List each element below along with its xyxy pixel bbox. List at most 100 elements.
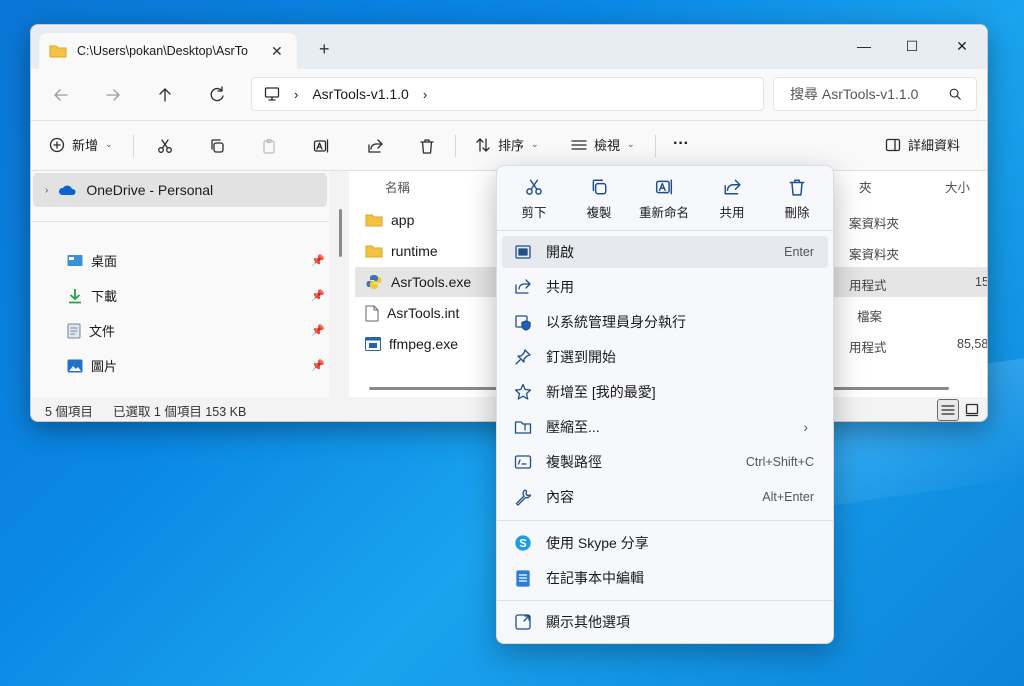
cut-icon xyxy=(526,179,542,195)
address-bar: › AsrTools-v1.1.0 › 搜尋 AsrTools-v1.1.0 xyxy=(31,69,987,121)
chevron-right-icon[interactable]: › xyxy=(423,87,427,102)
share-icon xyxy=(515,279,531,294)
breadcrumb[interactable]: AsrTools-v1.1.0 xyxy=(312,86,408,102)
menu-item-open[interactable]: 開啟 Enter xyxy=(502,236,828,268)
menu-item-copy-path[interactable]: 複製路徑 Ctrl+Shift+C xyxy=(502,446,828,478)
chevron-right-icon[interactable]: › xyxy=(45,185,48,196)
list-view-icon xyxy=(941,405,955,415)
share-icon[interactable] xyxy=(367,138,383,154)
menu-item-edit-notepad[interactable]: 在記事本中編輯 xyxy=(502,562,828,594)
menu-item-share[interactable]: 共用 xyxy=(502,271,828,303)
minimize-button[interactable]: — xyxy=(841,31,887,61)
menu-item-label: 複製路徑 xyxy=(546,454,602,470)
sidebar-item-label: 下載 xyxy=(91,289,118,304)
menu-item-skype-share[interactable]: 使用 Skype 分享 xyxy=(502,527,828,559)
document-icon xyxy=(67,323,81,338)
sidebar-item-documents[interactable]: 文件 📌 xyxy=(67,321,325,340)
pin-icon[interactable]: 📌 xyxy=(311,289,325,302)
pin-icon[interactable]: 📌 xyxy=(311,359,325,372)
search-placeholder: 搜尋 AsrTools-v1.1.0 xyxy=(790,86,919,102)
pin-icon[interactable]: 📌 xyxy=(311,324,325,337)
menu-item-label: 使用 Skype 分享 xyxy=(546,535,649,551)
title-bar: C:\Users\pokan\Desktop\AsrTo ✕ + — ☐ ✕ xyxy=(31,25,987,69)
menu-item-run-as-admin[interactable]: 以系統管理員身分執行 xyxy=(502,306,828,338)
sort-icon xyxy=(476,137,490,152)
size-cell: 15 xyxy=(975,275,988,289)
more-options-button[interactable]: ··· xyxy=(673,135,689,153)
file-name: AsrTools.exe xyxy=(391,274,472,290)
sidebar-item-label: OneDrive - Personal xyxy=(86,182,214,198)
context-share-button[interactable]: 共用 xyxy=(702,178,762,221)
tiles-view-toggle[interactable] xyxy=(961,399,983,421)
toolbar-divider xyxy=(655,135,656,157)
file-row-runtime[interactable]: runtime xyxy=(365,236,438,266)
menu-item-properties[interactable]: 內容 Alt+Enter xyxy=(502,481,828,513)
column-header-size[interactable]: 大小 xyxy=(945,177,970,196)
back-icon[interactable] xyxy=(51,85,71,105)
view-label: 檢視 xyxy=(594,138,621,153)
menu-item-label: 開啟 xyxy=(546,244,574,260)
menu-item-more-options[interactable]: 顯示其他選項 xyxy=(502,606,828,638)
file-row-asrtools-exe[interactable]: AsrTools.exe xyxy=(365,267,471,297)
skype-icon xyxy=(515,535,531,551)
view-button[interactable]: 檢視 ⌄ xyxy=(571,135,635,154)
tab-close-button[interactable]: ✕ xyxy=(271,43,283,60)
sidebar-item-label: 圖片 xyxy=(91,359,118,374)
sort-button[interactable]: 排序 ⌄ xyxy=(475,135,539,154)
search-input[interactable]: 搜尋 AsrTools-v1.1.0 xyxy=(773,77,977,111)
pin-icon xyxy=(515,349,531,365)
rename-icon xyxy=(655,179,673,195)
maximize-button[interactable]: ☐ xyxy=(889,31,935,61)
menu-item-compress[interactable]: 壓縮至... › xyxy=(502,411,828,443)
file-row-asrtools-int[interactable]: AsrTools.int xyxy=(365,298,459,328)
new-tab-button[interactable]: + xyxy=(319,39,330,60)
close-button[interactable]: ✕ xyxy=(939,31,985,61)
menu-item-add-favorites[interactable]: 新增至 [我的最愛] xyxy=(502,376,828,408)
new-button[interactable]: 新增 ⌄ xyxy=(49,135,113,154)
size-cell: 85,58 xyxy=(957,337,988,351)
file-name: ffmpeg.exe xyxy=(389,336,459,352)
type-cell: 用程式 xyxy=(849,341,887,355)
toolbar-divider xyxy=(455,135,456,157)
context-delete-button[interactable]: 刪除 xyxy=(767,178,827,221)
paste-icon[interactable] xyxy=(261,138,277,154)
refresh-icon[interactable] xyxy=(207,85,227,105)
type-cell: 用程式 xyxy=(849,279,887,293)
copy-icon[interactable] xyxy=(209,138,225,154)
sidebar-item-pictures[interactable]: 圖片 📌 xyxy=(67,356,325,375)
address-box[interactable]: › AsrTools-v1.1.0 › xyxy=(251,77,764,111)
file-row-app[interactable]: app xyxy=(365,205,414,235)
menu-item-pin-to-start[interactable]: 釘選到開始 xyxy=(502,341,828,373)
details-pane-button[interactable]: 詳細資料 xyxy=(885,135,960,154)
computer-icon xyxy=(264,87,280,101)
share-icon xyxy=(724,179,741,195)
tab-title: C:\Users\pokan\Desktop\AsrTo xyxy=(77,44,248,58)
file-name: AsrTools.int xyxy=(387,305,460,321)
chevron-right-icon: › xyxy=(294,86,299,102)
column-header-name[interactable]: 名稱 xyxy=(385,177,410,196)
context-quick-actions: 剪下 複製 重新命名 共用 刪除 xyxy=(497,166,833,230)
delete-icon[interactable] xyxy=(419,138,435,154)
menu-divider xyxy=(497,520,833,521)
sidebar-scrollbar[interactable] xyxy=(339,209,342,257)
up-icon[interactable] xyxy=(155,85,175,105)
rename-icon[interactable] xyxy=(313,138,329,154)
sidebar-item-onedrive[interactable]: › OneDrive - Personal xyxy=(33,173,327,207)
context-cut-button[interactable]: 剪下 xyxy=(504,178,564,221)
context-rename-button[interactable]: 重新命名 xyxy=(634,178,694,221)
pin-icon[interactable]: 📌 xyxy=(311,254,325,267)
context-copy-button[interactable]: 複製 xyxy=(569,178,629,221)
forward-icon[interactable] xyxy=(103,85,123,105)
menu-item-label: 在記事本中編輯 xyxy=(546,570,644,586)
selection-info: 已選取 1 個項目 153 KB xyxy=(112,404,247,419)
details-view-toggle[interactable] xyxy=(937,399,959,421)
explorer-tab[interactable]: C:\Users\pokan\Desktop\AsrTo ✕ xyxy=(39,33,297,69)
wrench-icon xyxy=(515,489,532,506)
sidebar-item-desktop[interactable]: 桌面 📌 xyxy=(67,251,325,270)
file-row-ffmpeg-exe[interactable]: ffmpeg.exe xyxy=(365,329,458,359)
menu-item-label: 顯示其他選項 xyxy=(546,614,630,630)
sidebar-item-downloads[interactable]: 下載 📌 xyxy=(67,286,325,305)
file-name: runtime xyxy=(391,243,438,259)
folder-icon xyxy=(49,45,67,58)
cut-icon[interactable] xyxy=(157,138,173,154)
